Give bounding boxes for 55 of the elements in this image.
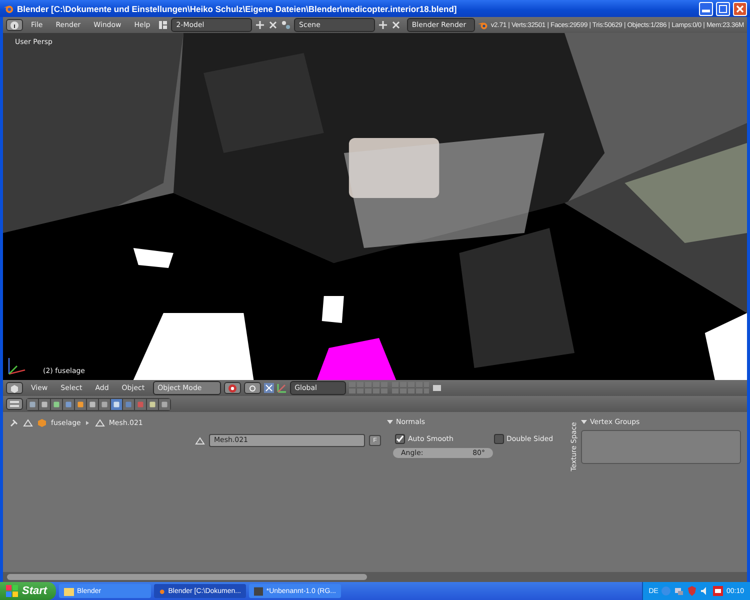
windows-logo-icon (6, 585, 18, 597)
blender-logo-icon (478, 20, 488, 30)
shading-dropdown[interactable] (224, 382, 241, 394)
maximize-button[interactable] (716, 2, 730, 16)
add-icon[interactable] (255, 20, 266, 30)
close-button[interactable] (733, 2, 747, 16)
maximize-icon (719, 4, 727, 12)
list-icon (10, 400, 19, 408)
scrollbar-thumb[interactable] (7, 574, 367, 580)
editor-type-button[interactable] (6, 19, 23, 31)
minimize-button[interactable] (699, 2, 713, 16)
window-title: Blender [C:\Dokumente und Einstellungen\Heiko Schulz\Eigene Dateien\Blender\medicopter.interior18.blend] (17, 4, 458, 14)
properties-tab[interactable] (147, 398, 158, 410)
transform-icon[interactable] (276, 383, 287, 393)
mesh-icon (23, 418, 33, 428)
pivot-icon (248, 384, 257, 392)
blender-logo-icon (159, 586, 166, 596)
window-icon (254, 586, 264, 596)
properties-tab[interactable] (99, 398, 110, 410)
sphere-icon (228, 384, 237, 392)
properties-tab[interactable] (87, 398, 98, 410)
editor-type-button[interactable] (6, 398, 23, 410)
collapse-icon[interactable] (581, 419, 587, 425)
app-icon (3, 3, 14, 14)
cube-icon (37, 418, 47, 428)
close-icon (736, 4, 744, 12)
properties-tab[interactable] (111, 398, 122, 410)
editor-type-button[interactable] (6, 382, 23, 394)
properties-tab[interactable] (63, 398, 74, 410)
properties-tab[interactable] (75, 398, 86, 410)
scene-icon (281, 20, 292, 30)
tray-icon[interactable] (713, 586, 724, 596)
manipulator-icon[interactable] (264, 383, 274, 393)
minimize-icon (702, 7, 710, 15)
close-icon[interactable] (390, 20, 401, 30)
add-icon[interactable] (378, 20, 388, 30)
chevron-icon (84, 420, 91, 426)
start-button[interactable]: Start (0, 582, 56, 600)
layout-icon (158, 20, 168, 30)
close-icon[interactable] (268, 20, 278, 30)
checkbox[interactable] (395, 434, 405, 444)
properties-tab[interactable] (51, 398, 62, 410)
render-icon[interactable] (432, 383, 442, 393)
mesh-icon (195, 436, 205, 446)
properties-tab[interactable] (39, 398, 50, 410)
pivot-dropdown[interactable] (244, 382, 261, 394)
mesh-icon (94, 418, 105, 428)
properties-tab[interactable] (27, 398, 38, 410)
folder-icon (64, 586, 74, 596)
checkbox[interactable] (494, 434, 504, 444)
properties-tab[interactable] (159, 398, 170, 410)
cube-icon (10, 384, 19, 392)
info-icon (10, 20, 19, 30)
pin-icon[interactable] (9, 418, 19, 428)
collapse-icon[interactable] (387, 419, 393, 425)
